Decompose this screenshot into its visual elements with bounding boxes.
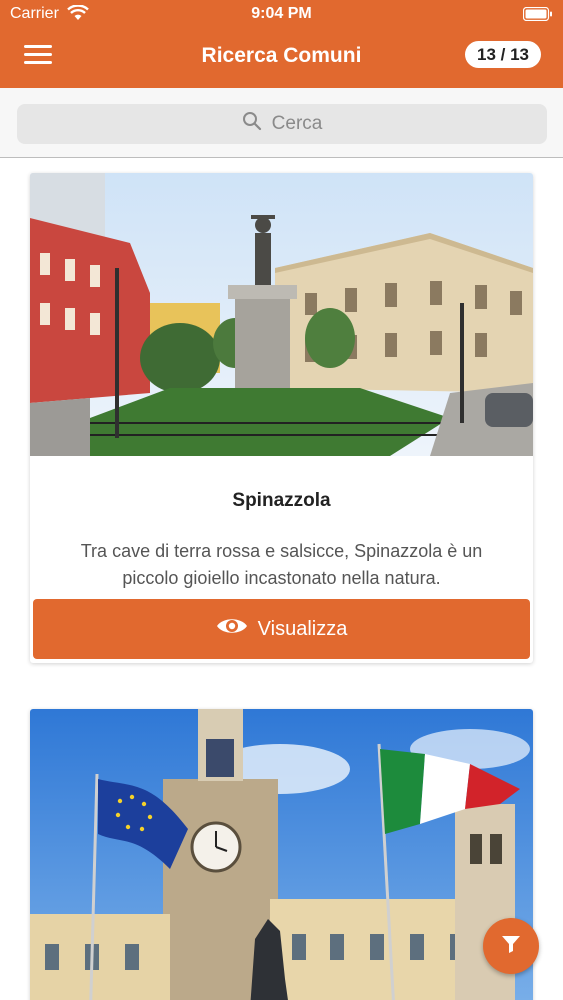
search-placeholder: Cerca xyxy=(271,113,323,134)
results-counter-badge: 13 / 13 xyxy=(465,41,541,68)
eye-icon xyxy=(216,615,248,643)
status-time: 9:04 PM xyxy=(251,5,312,22)
filter-button[interactable] xyxy=(483,918,539,974)
search-icon xyxy=(242,111,262,137)
top-bar: Carrier 9:04 PM Ricerca Comuni 13 / 13 xyxy=(0,0,563,88)
town-card: Spinazzola Tra cave di terra rossa e sal… xyxy=(30,173,533,663)
view-button-label: Visualizza xyxy=(257,617,348,640)
view-button[interactable]: Visualizza xyxy=(33,599,530,659)
town-list[interactable]: Spinazzola Tra cave di terra rossa e sal… xyxy=(0,159,563,1000)
filter-icon xyxy=(500,933,522,960)
town-card xyxy=(30,709,533,1000)
search-bar: Cerca xyxy=(0,88,563,158)
town-photo xyxy=(30,709,533,1000)
town-photo xyxy=(30,173,533,456)
status-bar: Carrier 9:04 PM xyxy=(0,0,563,30)
town-name: Spinazzola xyxy=(232,490,331,511)
app-header: Ricerca Comuni 13 / 13 xyxy=(0,30,563,88)
battery-icon xyxy=(522,6,553,26)
search-input[interactable]: Cerca xyxy=(17,104,547,144)
town-description: Tra cave di terra rossa e salsicce, Spin… xyxy=(80,541,483,588)
